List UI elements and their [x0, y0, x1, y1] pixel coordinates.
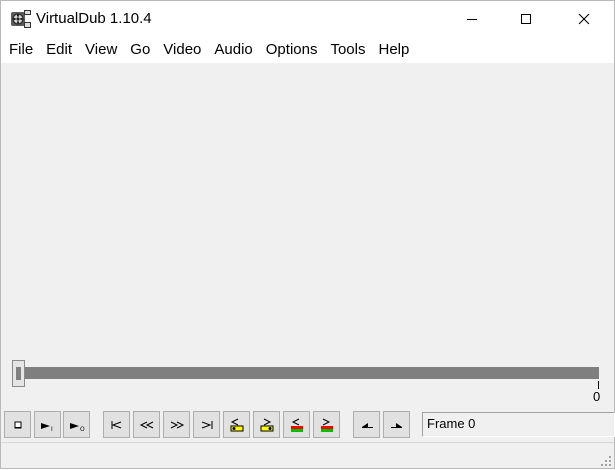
menu-video[interactable]: Video — [156, 38, 207, 62]
go-to-start-button[interactable] — [103, 411, 130, 438]
play-output-icon: O — [68, 418, 86, 432]
prev-scene-icon — [288, 417, 306, 433]
go-to-end-button[interactable] — [193, 411, 220, 438]
mark-in-button[interactable] — [353, 411, 380, 438]
menu-help[interactable]: Help — [372, 38, 416, 62]
svg-text:I: I — [51, 426, 53, 432]
menu-go[interactable]: Go — [123, 38, 156, 62]
prev-keyframe-icon — [228, 417, 246, 433]
menu-audio[interactable]: Audio — [207, 38, 258, 62]
frame-display: Frame 0 — [422, 412, 615, 437]
title-bar[interactable]: VirtualDub 1.10.4 — [1, 1, 614, 37]
step-forward-button[interactable] — [163, 411, 190, 438]
minimize-button[interactable] — [449, 1, 495, 37]
film-reel-icon[interactable] — [10, 9, 32, 29]
play-input-button[interactable]: I — [34, 411, 61, 438]
mark-out-icon — [389, 419, 405, 431]
status-bar — [1, 442, 614, 468]
mark-in-icon — [359, 419, 375, 431]
minimize-icon — [466, 13, 478, 25]
next-keyframe-icon — [258, 417, 276, 433]
stop-button[interactable] — [4, 411, 31, 438]
timeline-position-label: 0 — [593, 389, 601, 404]
step-forward-icon — [169, 419, 185, 431]
prev-keyframe-button[interactable] — [223, 411, 250, 438]
maximize-button[interactable] — [503, 1, 549, 37]
next-keyframe-button[interactable] — [253, 411, 280, 438]
close-button[interactable] — [561, 1, 607, 37]
play-output-button[interactable]: O — [63, 411, 90, 438]
window-title: VirtualDub 1.10.4 — [36, 10, 152, 27]
go-to-end-icon — [199, 419, 215, 431]
frame-number-text: Frame 0 — [427, 416, 476, 431]
app-window: VirtualDub 1.10.4 File Edit View Go Vide… — [0, 0, 615, 469]
svg-text:O: O — [80, 426, 85, 432]
timeline-slider-thumb[interactable] — [12, 360, 25, 387]
maximize-icon — [520, 13, 532, 25]
step-back-icon — [139, 419, 155, 431]
go-to-start-icon — [109, 419, 125, 431]
menu-bar: File Edit View Go Video Audio Options To… — [1, 37, 614, 63]
next-scene-icon — [318, 417, 336, 433]
close-icon — [578, 13, 590, 25]
video-pane[interactable] — [1, 63, 614, 355]
menu-tools[interactable]: Tools — [323, 38, 371, 62]
play-input-icon: I — [39, 418, 57, 432]
stop-icon — [12, 419, 24, 431]
timeline-track[interactable] — [17, 367, 599, 379]
menu-edit[interactable]: Edit — [39, 38, 78, 62]
next-scene-button[interactable] — [313, 411, 340, 438]
resize-grip-icon[interactable] — [600, 454, 612, 466]
step-back-button[interactable] — [133, 411, 160, 438]
timeline-tick — [598, 381, 599, 389]
menu-file[interactable]: File — [2, 38, 39, 62]
menu-options[interactable]: Options — [259, 38, 324, 62]
prev-scene-button[interactable] — [283, 411, 310, 438]
mark-out-button[interactable] — [383, 411, 410, 438]
menu-view[interactable]: View — [78, 38, 123, 62]
